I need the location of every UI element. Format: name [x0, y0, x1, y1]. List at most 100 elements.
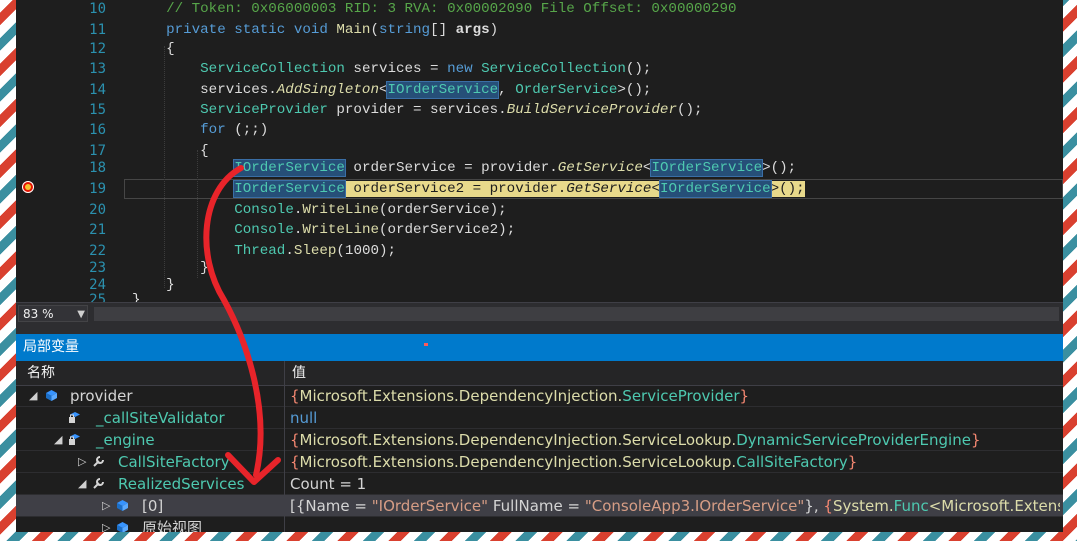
zoom-level-value: 83 % — [23, 307, 54, 321]
code-token: IOrderService — [233, 180, 346, 198]
variable-value[interactable]: {Microsoft.Extensions.DependencyInjectio… — [290, 385, 1060, 407]
variable-value[interactable]: Count = 1 — [290, 473, 1060, 495]
value-token: DynamicServiceProviderEngine — [736, 431, 971, 449]
line-number: 10 — [89, 1, 106, 17]
name-column-header[interactable]: 名称 — [27, 361, 55, 385]
code-editor[interactable]: 10 11 12 13 14 15 16 17 18 19 20 21 22 23 24 25 // Toke… — [16, 0, 1063, 302]
locals-window-title-text: 局部变量 — [23, 339, 79, 355]
line-number: 12 — [89, 41, 106, 57]
code-token: args — [455, 21, 490, 38]
value-token: { — [823, 497, 833, 515]
code-token: Console — [234, 222, 294, 238]
code-token: >(); — [617, 81, 652, 98]
variable-value[interactable]: null — [290, 407, 1060, 429]
value-token: <Microsoft.Extensio... — [928, 497, 1060, 515]
variable-name: [0] — [142, 497, 164, 515]
expand-icon[interactable]: ▷ — [78, 451, 86, 473]
local-variable-icon — [46, 390, 57, 401]
code-line[interactable]: for (;;) — [98, 120, 268, 140]
line-number: 11 — [89, 21, 106, 38]
value-token: } — [739, 387, 750, 405]
code-line[interactable]: services.AddSingleton<IOrderService, Ord… — [98, 80, 651, 100]
property-wrench-icon — [93, 456, 104, 467]
variable-name: RealizedServices — [118, 475, 245, 493]
code-token: . — [285, 243, 294, 259]
code-line[interactable]: // Token: 0x06000003 RID: 3 RVA: 0x00002… — [98, 0, 737, 19]
locals-window-title: 局部变量 — [16, 334, 1063, 361]
code-line[interactable]: private static void Main(string[] args) — [98, 20, 498, 40]
visual-studio-debugger: 10 11 12 13 14 15 16 17 18 19 20 21 22 23 24 25 // Toke… — [16, 0, 1063, 532]
line-number: 20 — [89, 202, 106, 218]
code-token: orderService = provider. — [344, 160, 558, 176]
value-token: "ConsoleApp3.IOrderService" — [584, 497, 805, 515]
value-token: FullName = — [488, 497, 585, 515]
value-token: "IOrderService" — [371, 497, 489, 515]
locals-row[interactable]: ▷ CallSiteFactory {Microsoft.Extensions.De… — [16, 451, 1063, 473]
code-token: // Token: 0x06000003 RID: 3 RVA: 0x00002… — [98, 1, 737, 17]
code-line[interactable]: Console.WriteLine(orderService2); — [98, 220, 515, 240]
code-token: (orderService); — [378, 202, 507, 218]
code-token: IOrderService — [658, 180, 772, 198]
code-token: WriteLine — [302, 202, 379, 218]
locals-row[interactable]: ◢ RealizedServices Count = 1 — [16, 473, 1063, 495]
code-token: IOrderService — [233, 159, 346, 177]
code-token: (); — [676, 102, 703, 118]
variable-value[interactable]: {Microsoft.Extensions.DependencyInjectio… — [290, 429, 1060, 451]
variable-name: CallSiteFactory — [118, 453, 230, 471]
variable-value[interactable]: {Microsoft.Extensions.DependencyInjectio… — [290, 451, 1060, 473]
locals-row[interactable]: ▷ [0] [{Name = "IOrderService" FullName = … — [16, 495, 1063, 517]
code-token: AddSingleton — [276, 81, 379, 98]
value-token: } — [970, 431, 981, 449]
collapse-icon[interactable]: ◢ — [29, 385, 37, 407]
value-token: { — [290, 453, 300, 471]
locals-row[interactable]: ◢ _engine {Microsoft.Extensions.Dependency… — [16, 429, 1063, 451]
code-line[interactable]: Console.WriteLine(orderService); — [98, 200, 507, 220]
variable-name: provider — [70, 387, 133, 405]
code-token: [] — [430, 21, 456, 38]
value-token: Count = 1 — [290, 475, 367, 493]
collapse-icon[interactable]: ◢ — [78, 473, 86, 495]
value-token: System. — [832, 497, 894, 515]
horizontal-scrollbar[interactable] — [94, 307, 1059, 321]
column-separator[interactable] — [284, 361, 285, 532]
value-token: { — [290, 387, 300, 405]
value-column-header[interactable]: 值 — [292, 361, 306, 385]
variable-value[interactable]: [{Name = "IOrderService" FullName = "Con… — [290, 495, 1060, 517]
code-token: WriteLine — [302, 222, 379, 238]
code-line[interactable]: IOrderService orderService2 = provider.G… — [98, 179, 805, 199]
line-number: 25 — [89, 292, 106, 302]
code-line[interactable]: ServiceProvider provider = services.Buil… — [98, 100, 703, 120]
code-token: IOrderService — [650, 159, 764, 177]
value-token: } — [847, 453, 858, 471]
locals-row[interactable]: _callSiteValidator null — [16, 407, 1063, 429]
code-token: private static void — [98, 21, 337, 38]
value-token: [{Name = — [290, 497, 372, 515]
locals-row[interactable]: ◢ provider {Microsoft.Extensions.Dependenc… — [16, 385, 1063, 407]
code-token: >(); — [770, 181, 805, 197]
code-line[interactable]: { — [98, 39, 175, 59]
code-token: OrderService — [515, 81, 618, 98]
code-line[interactable]: IOrderService orderService = provider.Ge… — [98, 158, 796, 178]
locals-row[interactable]: ▷ 原始视图 — [16, 517, 1063, 532]
private-field-icon — [69, 434, 80, 445]
code-token: (); — [625, 61, 652, 77]
expand-icon[interactable]: ▷ — [102, 495, 110, 517]
breakpoint-margin[interactable] — [16, 0, 46, 302]
expand-icon[interactable]: ▷ — [102, 517, 110, 532]
variable-name: _callSiteValidator — [96, 409, 225, 427]
breakpoint-current-statement-icon[interactable] — [22, 181, 34, 193]
code-line[interactable]: } — [98, 290, 141, 302]
code-line[interactable]: ServiceCollection services = new Service… — [98, 59, 651, 79]
code-token: ServiceCollection — [200, 61, 345, 77]
locals-column-header: 名称 值 — [16, 361, 1063, 386]
pane-splitter[interactable] — [16, 325, 1063, 334]
collapse-icon[interactable]: ◢ — [54, 429, 62, 451]
line-number: 14 — [89, 81, 106, 98]
code-token: IOrderService — [386, 80, 500, 99]
zoom-level-dropdown[interactable]: 83 % ▼ — [18, 305, 88, 322]
